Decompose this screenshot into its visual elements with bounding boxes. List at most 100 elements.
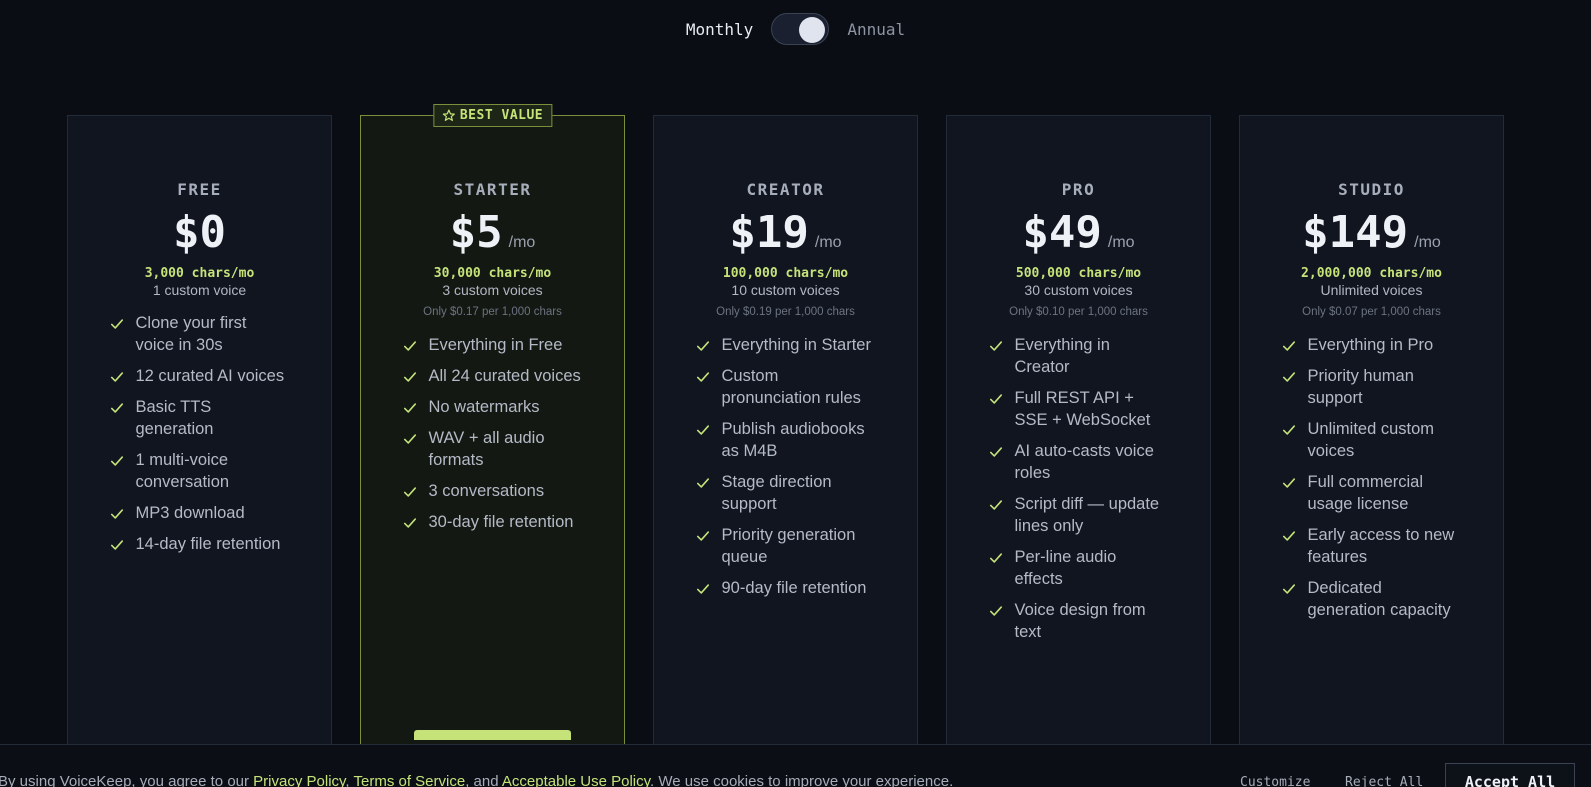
choose-plan-button[interactable]	[414, 730, 571, 740]
feature-item: 90-day file retention	[696, 577, 876, 599]
accept-all-button[interactable]: Accept All	[1445, 763, 1575, 787]
plan-rate: Only $0.19 per 1,000 chars	[716, 306, 855, 318]
feature-item: WAV + all audio formats	[403, 427, 583, 471]
check-icon	[110, 456, 123, 466]
plan-price: $149	[1302, 207, 1409, 258]
feature-text: Everything in Creator	[1014, 336, 1110, 376]
feature-list: Everything in Creator Full REST API + SSE…	[989, 334, 1169, 643]
feature-text: No watermarks	[428, 398, 540, 416]
check-icon	[403, 403, 416, 413]
feature-item: Clone your first voice in 30s	[110, 312, 290, 356]
plan-rate: Only $0.07 per 1,000 chars	[1302, 306, 1441, 318]
billing-toggle: Monthly Annual	[0, 13, 1591, 45]
check-icon	[989, 447, 1002, 457]
check-icon	[1282, 341, 1295, 351]
plan-card-free: FREE $0 3,000 chars/mo 1 custom voice Cl…	[67, 115, 332, 755]
check-icon	[110, 319, 123, 329]
check-icon	[1282, 425, 1295, 435]
feature-item: Priority human support	[1282, 365, 1462, 409]
feature-item: Script diff — update lines only	[989, 493, 1169, 537]
plan-card-creator: CREATOR $19 /mo 100,000 chars/mo 10 cust…	[653, 115, 918, 755]
check-icon	[696, 584, 709, 594]
reject-all-button[interactable]: Reject All	[1345, 775, 1423, 787]
terms-of-service-link[interactable]: Terms of Service	[354, 773, 466, 787]
check-icon	[403, 518, 416, 528]
price-row: $19 /mo	[654, 207, 917, 258]
check-icon	[110, 509, 123, 519]
feature-text: 14-day file retention	[135, 535, 281, 553]
price-row: $149 /mo	[1240, 207, 1503, 258]
plan-voices: 3 custom voices	[442, 282, 543, 298]
plan-price: $5	[449, 207, 503, 258]
feature-item: 30-day file retention	[403, 511, 583, 533]
switch-knob	[799, 17, 826, 43]
price-period: /mo	[1414, 234, 1441, 251]
feature-text: WAV + all audio formats	[428, 429, 545, 469]
feature-item: Unlimited custom voices	[1282, 418, 1462, 462]
feature-item: All 24 curated voices	[403, 365, 583, 387]
feature-list: Everything in Pro Priority human support U…	[1282, 334, 1462, 621]
plan-card-studio: STUDIO $149 /mo 2,000,000 chars/mo Unlim…	[1239, 115, 1504, 755]
feature-item: Everything in Pro	[1282, 334, 1462, 356]
price-period: /mo	[508, 234, 536, 251]
feature-text: 90-day file retention	[721, 579, 867, 597]
feature-text: Full commercial usage license	[1307, 473, 1424, 513]
cookie-banner: By using VoiceKeep, you agree to our Pri…	[0, 744, 1591, 787]
check-icon	[110, 372, 123, 382]
feature-text: Basic TTS generation	[135, 398, 214, 438]
billing-switch[interactable]	[771, 13, 830, 45]
feature-text: Everything in Starter	[721, 336, 871, 354]
customize-button[interactable]: Customize	[1240, 775, 1310, 787]
check-icon	[989, 553, 1002, 563]
check-icon	[989, 500, 1002, 510]
privacy-policy-link[interactable]: Privacy Policy	[253, 773, 345, 787]
check-icon	[1282, 372, 1295, 382]
feature-text: Custom pronunciation rules	[721, 367, 861, 407]
feature-item: Full REST API + SSE + WebSocket	[989, 387, 1169, 431]
feature-item: 12 curated AI voices	[110, 365, 290, 387]
plan-price: $19	[729, 207, 809, 258]
feature-text: Everything in Pro	[1307, 336, 1434, 354]
feature-item: Publish audiobooks as M4B	[696, 418, 876, 462]
feature-item: 3 conversations	[403, 480, 583, 502]
price-row: $5 /mo	[361, 207, 624, 258]
feature-item: AI auto-casts voice roles	[989, 440, 1169, 484]
feature-item: Voice design from text	[989, 599, 1169, 643]
check-icon	[989, 606, 1002, 616]
feature-text: AI auto-casts voice roles	[1014, 442, 1154, 482]
monthly-label[interactable]: Monthly	[686, 20, 753, 39]
annual-label[interactable]: Annual	[847, 20, 905, 39]
feature-list: Everything in Starter Custom pronunciatio…	[696, 334, 876, 599]
cookie-text-start: By using VoiceKeep, you agree to our	[0, 773, 254, 787]
feature-item: Dedicated generation capacity	[1282, 577, 1462, 621]
plan-chars: 30,000 chars/mo	[433, 266, 552, 281]
feature-item: Full commercial usage license	[1282, 471, 1462, 515]
plan-name: CREATOR	[746, 180, 825, 199]
plan-name: FREE	[177, 180, 222, 199]
check-icon	[110, 403, 123, 413]
check-icon	[403, 341, 416, 351]
feature-item: No watermarks	[403, 396, 583, 418]
plan-price: $49	[1022, 207, 1102, 258]
feature-text: Voice design from text	[1014, 601, 1146, 641]
acceptable-use-policy-link[interactable]: Acceptable Use Policy	[502, 773, 650, 787]
check-icon	[989, 341, 1002, 351]
check-icon	[696, 341, 709, 351]
feature-item: Stage direction support	[696, 471, 876, 515]
feature-text: Unlimited custom voices	[1307, 420, 1435, 460]
plan-rate: Only $0.10 per 1,000 chars	[1009, 306, 1148, 318]
feature-text: Publish audiobooks as M4B	[721, 420, 865, 460]
price-row: $0	[68, 207, 331, 258]
feature-item: Early access to new features	[1282, 524, 1462, 568]
feature-text: All 24 curated voices	[428, 367, 581, 385]
check-icon	[403, 372, 416, 382]
star-icon	[442, 109, 455, 121]
plan-chars: 2,000,000 chars/mo	[1301, 266, 1442, 281]
check-icon	[1282, 531, 1295, 541]
feature-item: MP3 download	[110, 502, 290, 524]
feature-text: Full REST API + SSE + WebSocket	[1014, 389, 1151, 429]
price-period: /mo	[814, 234, 842, 251]
feature-list: Everything in Free All 24 curated voices N…	[403, 334, 583, 533]
feature-text: 30-day file retention	[428, 513, 574, 531]
price-row: $49 /mo	[947, 207, 1210, 258]
